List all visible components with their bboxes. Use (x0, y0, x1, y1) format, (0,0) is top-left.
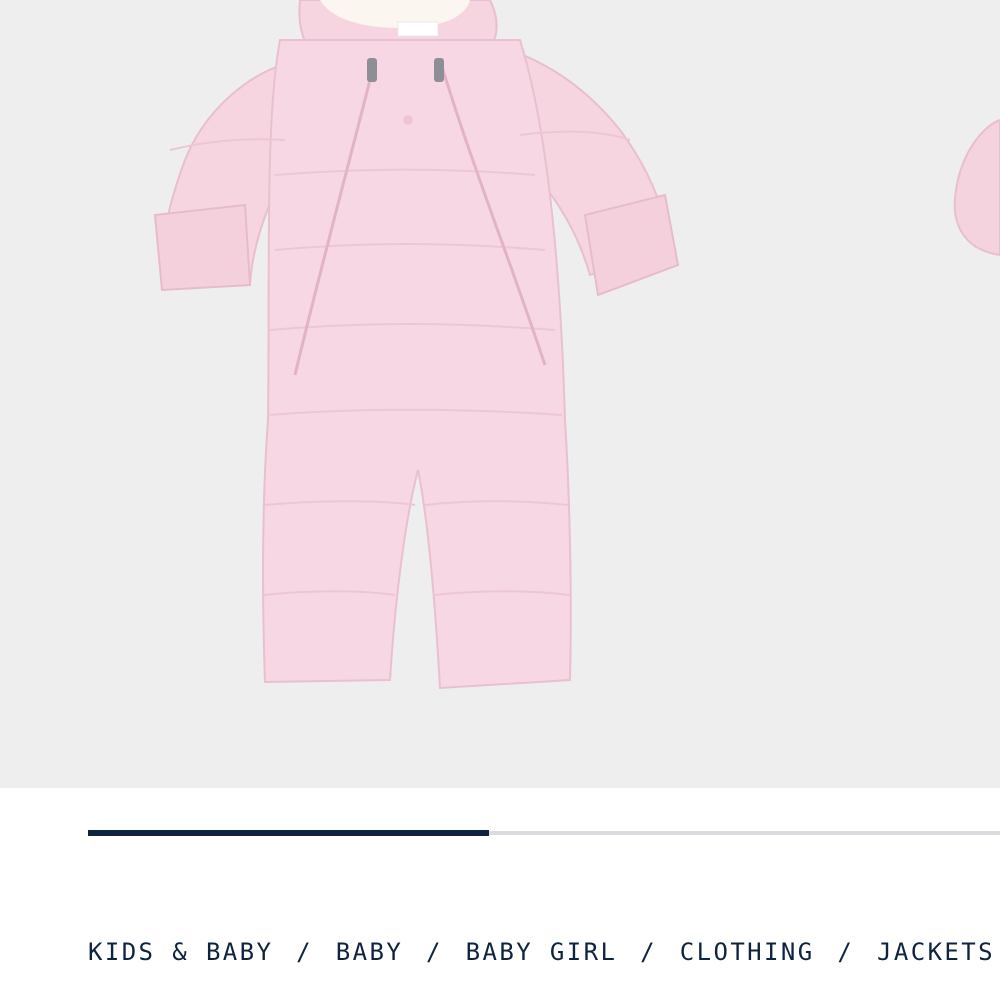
breadcrumb-item-jackets[interactable]: JACKETS (877, 938, 995, 966)
breadcrumb-item-kids-baby[interactable]: KIDS & BABY (88, 938, 273, 966)
breadcrumb-separator: / (837, 938, 855, 966)
progress-fill (88, 830, 490, 836)
next-product-image-peek (953, 118, 1000, 257)
breadcrumb-item-baby-girl[interactable]: BABY GIRL (466, 938, 618, 966)
breadcrumb: KIDS & BABY / BABY / BABY GIRL / CLOTHING / JACK… (88, 936, 995, 968)
breadcrumb-item-clothing[interactable]: CLOTHING (680, 938, 815, 966)
left-cuff (153, 203, 252, 292)
breadcrumb-separator: / (426, 938, 443, 966)
logo-mark (403, 115, 413, 125)
gallery-progress-bar (88, 830, 1000, 836)
breadcrumb-item-baby[interactable]: BABY (336, 938, 403, 966)
breadcrumb-separator: / (640, 938, 657, 966)
breadcrumb-separator: / (296, 938, 313, 966)
product-image[interactable] (0, 0, 1000, 788)
garment-label (397, 21, 439, 37)
product-image-gallery[interactable] (0, 0, 1000, 788)
